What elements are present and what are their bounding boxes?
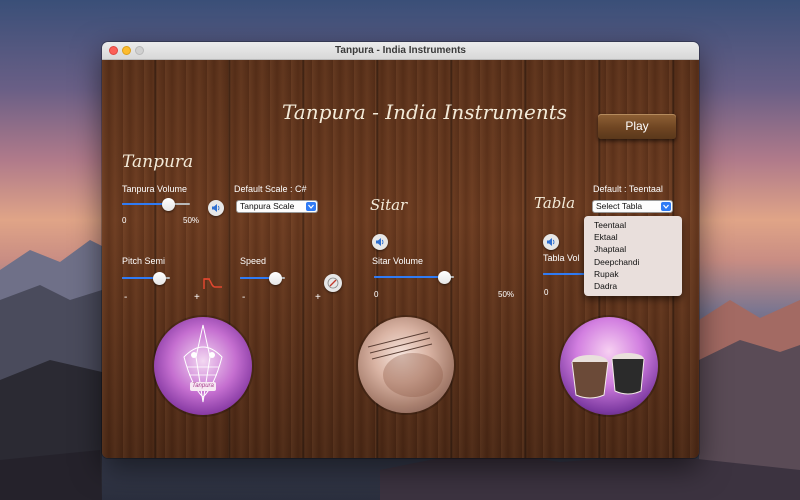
tabla-select-value: Select Tabla <box>596 201 643 211</box>
pitch-minus: - <box>124 292 128 303</box>
tanpura-speaker-icon[interactable] <box>208 200 224 216</box>
pitch-plus: + <box>194 292 200 303</box>
chevron-down-icon <box>661 202 671 211</box>
speed-slider[interactable] <box>240 272 285 285</box>
sitar-volume-label: Sitar Volume <box>372 256 424 266</box>
tabla-volume-label: Tabla Vol <box>543 253 580 263</box>
tanpura-scale-select[interactable]: Tanpura Scale <box>236 200 318 213</box>
tanpura-art-icon <box>183 324 223 403</box>
tabla-option[interactable]: Dadra <box>584 280 682 292</box>
tuning-dial-icon[interactable] <box>324 274 342 292</box>
tabla-image[interactable] <box>560 317 658 415</box>
speed-plus: + <box>315 292 321 303</box>
tanpura-scale-select-value: Tanpura Scale <box>240 201 295 211</box>
sitar-image[interactable] <box>358 317 454 413</box>
tabla-option[interactable]: Teentaal <box>584 219 682 231</box>
pitch-curve-icon <box>203 278 222 289</box>
speed-minus: - <box>242 292 246 303</box>
default-scale-label: Default Scale : C# <box>234 184 307 194</box>
play-button[interactable]: Play <box>598 114 676 139</box>
tabla-section-title: Tabla <box>534 194 576 212</box>
sitar-speaker-icon[interactable] <box>372 234 388 250</box>
sitar-volume-slider[interactable] <box>374 271 454 284</box>
sitar-volume-knob[interactable] <box>438 271 451 284</box>
tanpura-volume-knob[interactable] <box>162 198 175 211</box>
pitch-semi-label: Pitch Semi <box>122 256 166 266</box>
tanpura-volume-min: 0 <box>122 216 127 225</box>
tabla-speaker-icon[interactable] <box>543 234 559 250</box>
chevron-down-icon <box>306 202 316 211</box>
tabla-art-icon <box>571 353 645 399</box>
pitch-semi-slider[interactable] <box>122 272 170 285</box>
sitar-volume-max: 50% <box>498 290 515 299</box>
tabla-default-label: Default : Teentaal <box>593 184 663 194</box>
app-heading: Tanpura - India Instruments <box>282 100 567 124</box>
tabla-options-menu[interactable]: Teentaal Ektaal Jhaptaal Deepchandi Rupa… <box>584 216 682 296</box>
sitar-section-title: Sitar <box>370 196 408 214</box>
tabla-option[interactable]: Rupak <box>584 268 682 280</box>
tanpura-volume-max: 50% <box>183 216 200 225</box>
pitch-semi-knob[interactable] <box>153 272 166 285</box>
tabla-volume-min: 0 <box>544 288 549 297</box>
app-window: Tanpura - India Instruments Tanpura - In… <box>102 42 699 458</box>
sitar-volume-min: 0 <box>374 290 379 299</box>
tanpura-image-label: Tanpura <box>190 382 216 391</box>
tabla-option[interactable]: Jhaptaal <box>584 243 682 255</box>
tabla-option[interactable]: Ektaal <box>584 231 682 243</box>
title-bar[interactable]: Tanpura - India Instruments <box>102 42 699 60</box>
tabla-select[interactable]: Select Tabla <box>592 200 673 213</box>
tabla-volume-slider[interactable] <box>543 268 585 280</box>
tanpura-volume-slider[interactable] <box>122 198 190 211</box>
tabla-option[interactable]: Deepchandi <box>584 256 682 268</box>
tanpura-image[interactable]: Tanpura <box>154 317 252 415</box>
speed-label: Speed <box>240 256 267 266</box>
tanpura-section-title: Tanpura <box>122 152 194 172</box>
window-title: Tanpura - India Instruments <box>335 45 466 56</box>
speed-knob[interactable] <box>269 272 282 285</box>
sitar-art-icon <box>367 331 443 397</box>
tanpura-volume-label: Tanpura Volume <box>122 184 188 194</box>
app-content: Tanpura - India Instruments Play Tanpura… <box>102 60 699 458</box>
